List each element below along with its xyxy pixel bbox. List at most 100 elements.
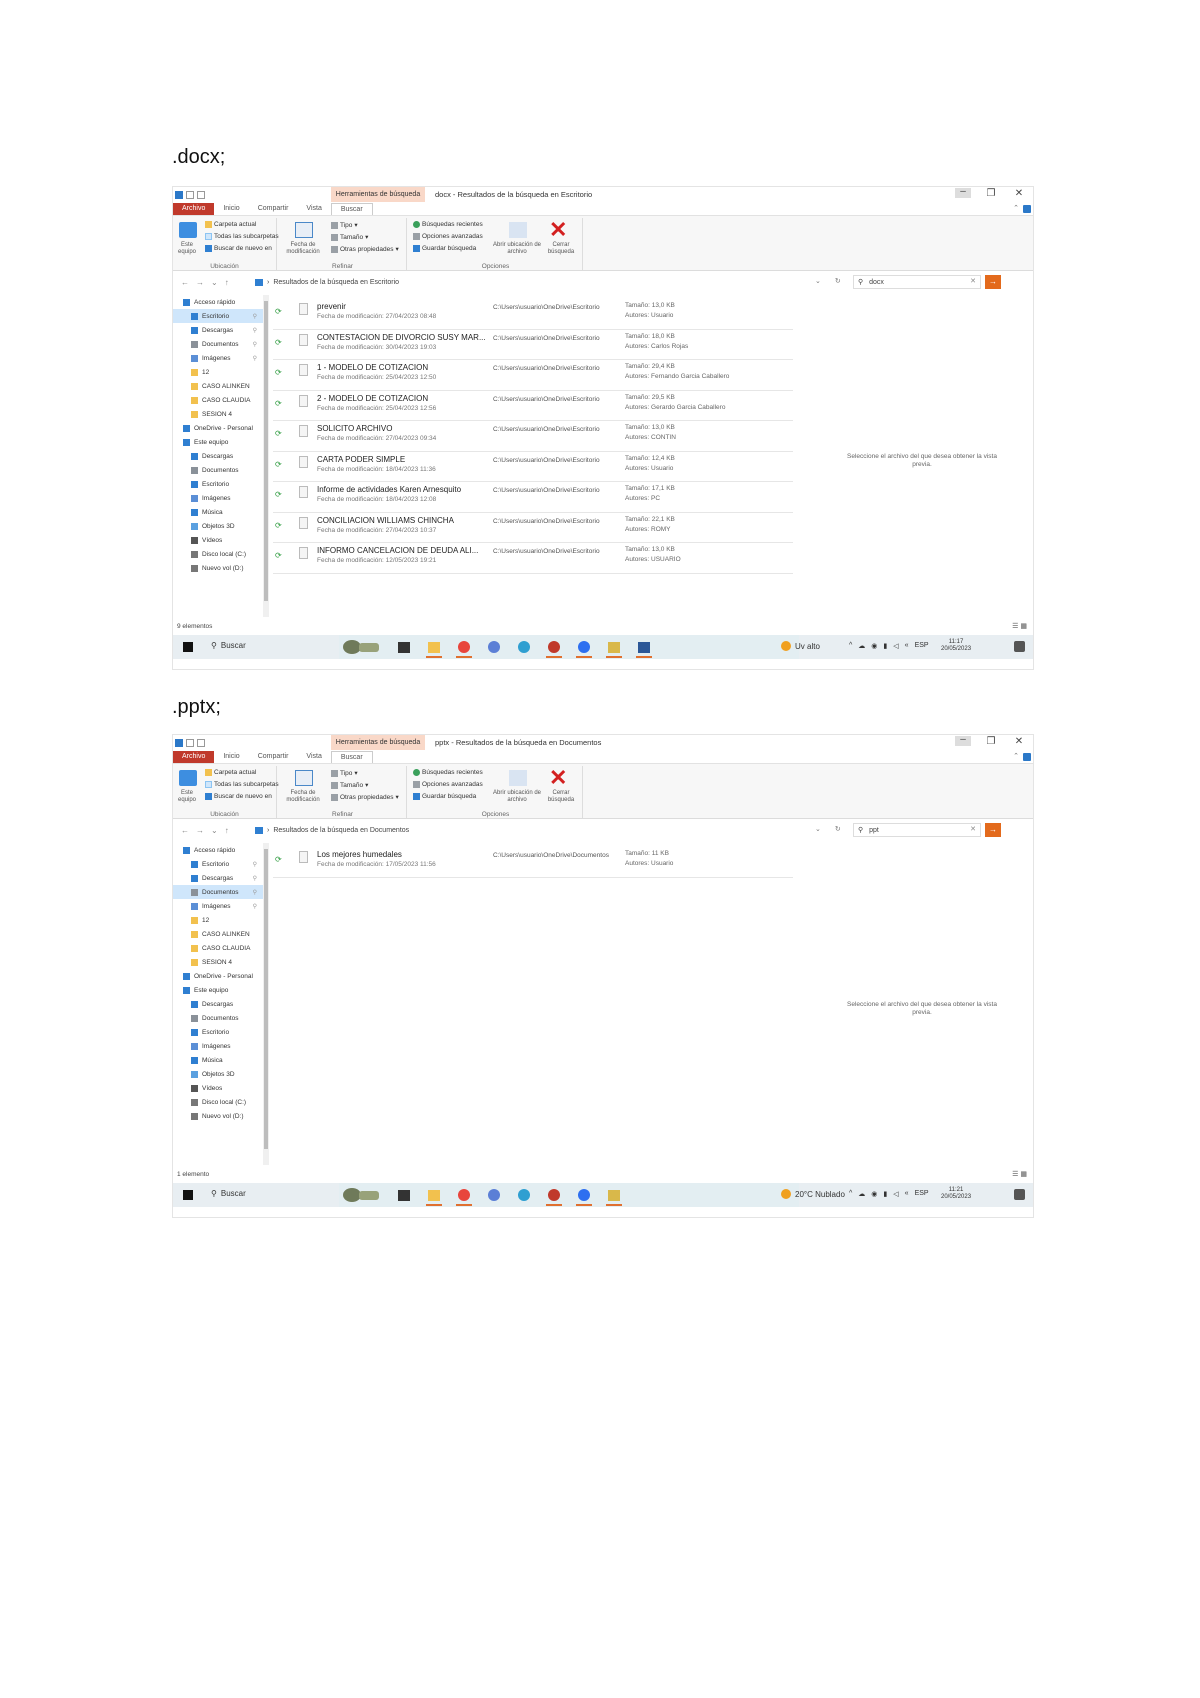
nav-item[interactable]: Documentos [173,463,265,477]
nav-item[interactable]: CASO CLAUDIA [173,941,265,955]
notifications-icon[interactable] [1014,1189,1025,1200]
task-view-icon[interactable] [395,1186,413,1204]
nav-item[interactable]: Imágenes ⚲ [173,899,265,913]
nav-item[interactable]: Escritorio [173,477,265,491]
nav-item[interactable]: Este equipo [173,983,265,997]
volume-icon[interactable]: ◁ [893,642,898,650]
ribbon-tab-1[interactable]: Inicio [214,751,248,763]
ribbon-opciones-item-1[interactable]: Opciones avanzadas [413,233,483,240]
minimize-button[interactable]: – [955,187,971,198]
battery-icon[interactable]: ▮ [883,1190,887,1198]
file-row[interactable]: ⟳ Los mejores humedales Fecha de modificac… [273,847,793,878]
ribbon-ubicacion-item-1[interactable]: Todas las subcarpetas [205,233,279,240]
ribbon-tab-3[interactable]: Vista [297,751,330,763]
network-icon[interactable]: ◉ [871,1190,877,1198]
windows-start-icon[interactable] [183,642,193,652]
nav-item[interactable]: Vídeos [173,1081,265,1095]
nav-item[interactable]: Escritorio ⚲ [173,857,265,871]
minimize-button[interactable]: – [955,735,971,746]
collapse-ribbon-icon[interactable]: ⌃ [1013,204,1019,212]
ribbon-ubicacion-item-1[interactable]: Todas las subcarpetas [205,781,279,788]
properties-icon[interactable] [186,191,194,199]
nav-item[interactable]: Vídeos [173,533,265,547]
language-indicator[interactable]: ESP [915,642,929,650]
clock[interactable]: 11:21 20/05/2023 [941,1187,971,1201]
paint-icon[interactable] [605,638,623,658]
ribbon-refinar-item-1[interactable]: Tamaño ▾ [331,781,368,789]
paint-icon[interactable] [605,1186,623,1206]
nav-item[interactable]: Acceso rápido [173,295,265,309]
refresh-icon[interactable]: ↻ [835,825,841,833]
nav-item[interactable]: CASO ALINKEN [173,379,265,393]
show-hidden-icon[interactable]: ^ [849,642,852,650]
ribbon-ubicacion-item-0[interactable]: Carpeta actual [205,769,256,776]
ribbon-refinar-item-2[interactable]: Otras propiedades ▾ [331,245,399,253]
ribbon-tab-3[interactable]: Vista [297,203,330,215]
ribbon-tab-4[interactable]: Buscar [330,203,373,215]
chrome-profile-icon[interactable] [545,638,563,658]
ribbon-refinar-item-1[interactable]: Tamaño ▾ [331,233,368,241]
nav-item[interactable]: Descargas ⚲ [173,871,265,885]
windows-start-icon[interactable] [183,1190,193,1200]
nav-item[interactable]: Descargas [173,449,265,463]
refresh-icon[interactable]: ↻ [835,277,841,285]
help-icon[interactable] [1023,753,1031,761]
file-row[interactable]: ⟳ Informe de actividades Karen Arnesquito… [273,482,793,513]
back-arrow-icon[interactable]: ← [181,826,189,835]
search-go-button[interactable]: → [985,823,1001,837]
nav-item[interactable]: SESION 4 [173,955,265,969]
zoom-icon[interactable] [575,638,593,658]
file-row[interactable]: ⟳ 2 - MODELO DE COTIZACION Fecha de modifi… [273,391,793,421]
forward-arrow-icon[interactable]: → [196,278,204,287]
clear-search-icon[interactable]: ✕ [970,825,976,833]
nav-item[interactable]: Nuevo vol (D:) [173,1109,265,1123]
clock[interactable]: 11:17 20/05/2023 [941,639,971,653]
weather-widget[interactable]: Uv alto [781,641,820,651]
ribbon-refinar-item-0[interactable]: Tipo ▾ [331,769,358,777]
nav-item[interactable]: CASO ALINKEN [173,927,265,941]
nav-item[interactable]: CASO CLAUDIA [173,393,265,407]
ribbon-opciones-item-2[interactable]: Guardar búsqueda [413,793,476,800]
scrollbar-thumb[interactable] [264,849,268,1149]
nav-item[interactable]: Documentos ⚲ [173,885,265,899]
chrome-icon[interactable] [455,638,473,658]
ribbon-tab-2[interactable]: Compartir [249,203,298,215]
file-row[interactable]: ⟳ 1 - MODELO DE COTIZACION Fecha de modifi… [273,360,793,391]
settings-icon[interactable] [485,1186,503,1204]
weather-widget[interactable]: 20°C Nublado [781,1189,845,1199]
close-search-icon[interactable]: ✕ [549,767,567,789]
edge-icon[interactable] [515,638,533,656]
date-modified-button[interactable]: Fecha de modificación [281,790,325,804]
chevron-down-icon[interactable]: ⌄ [815,277,821,285]
close-button[interactable]: ✕ [1011,736,1027,747]
ribbon-opciones-item-0[interactable]: Búsquedas recientes [413,769,483,776]
nav-item[interactable]: Objetos 3D [173,519,265,533]
language-indicator[interactable]: ESP [915,1190,929,1198]
help-icon[interactable] [1023,205,1031,213]
ribbon-tab-4[interactable]: Buscar [330,751,373,763]
nav-scrollbar[interactable] [263,295,269,617]
nav-item[interactable]: Escritorio [173,1025,265,1039]
close-search-icon[interactable]: ✕ [549,219,567,241]
view-toggle-icons[interactable]: ☰ ▦ [1012,1170,1027,1178]
ribbon-tab-0[interactable]: Archivo [173,751,215,763]
onedrive-icon[interactable]: ☁ [858,1190,865,1198]
chevron-down-icon[interactable]: ⌄ [815,825,821,833]
nav-item[interactable]: SESION 4 [173,407,265,421]
nav-item[interactable]: Documentos [173,1011,265,1025]
nav-item[interactable]: Este equipo [173,435,265,449]
file-row[interactable]: ⟳ CONTESTACION DE DIVORCIO SUSY MAR... Fec… [273,330,793,360]
properties-icon[interactable] [186,739,194,747]
scrollbar-thumb[interactable] [264,301,268,601]
recent-chevron-icon[interactable]: ⌄ [211,826,218,835]
ribbon-refinar-item-2[interactable]: Otras propiedades ▾ [331,793,399,801]
back-arrow-icon[interactable]: ← [181,278,189,287]
nav-item[interactable]: Imágenes [173,491,265,505]
file-row[interactable]: ⟳ SOLICITO ARCHIVO Fecha de modificación: … [273,421,793,452]
nav-item[interactable]: 12 [173,913,265,927]
nav-item[interactable]: OneDrive - Personal [173,421,265,435]
nav-scrollbar[interactable] [263,843,269,1165]
taskbar-search[interactable]: ⚲ Buscar [211,1189,246,1198]
nav-item[interactable]: OneDrive - Personal [173,969,265,983]
up-arrow-icon[interactable]: ↑ [225,278,229,287]
